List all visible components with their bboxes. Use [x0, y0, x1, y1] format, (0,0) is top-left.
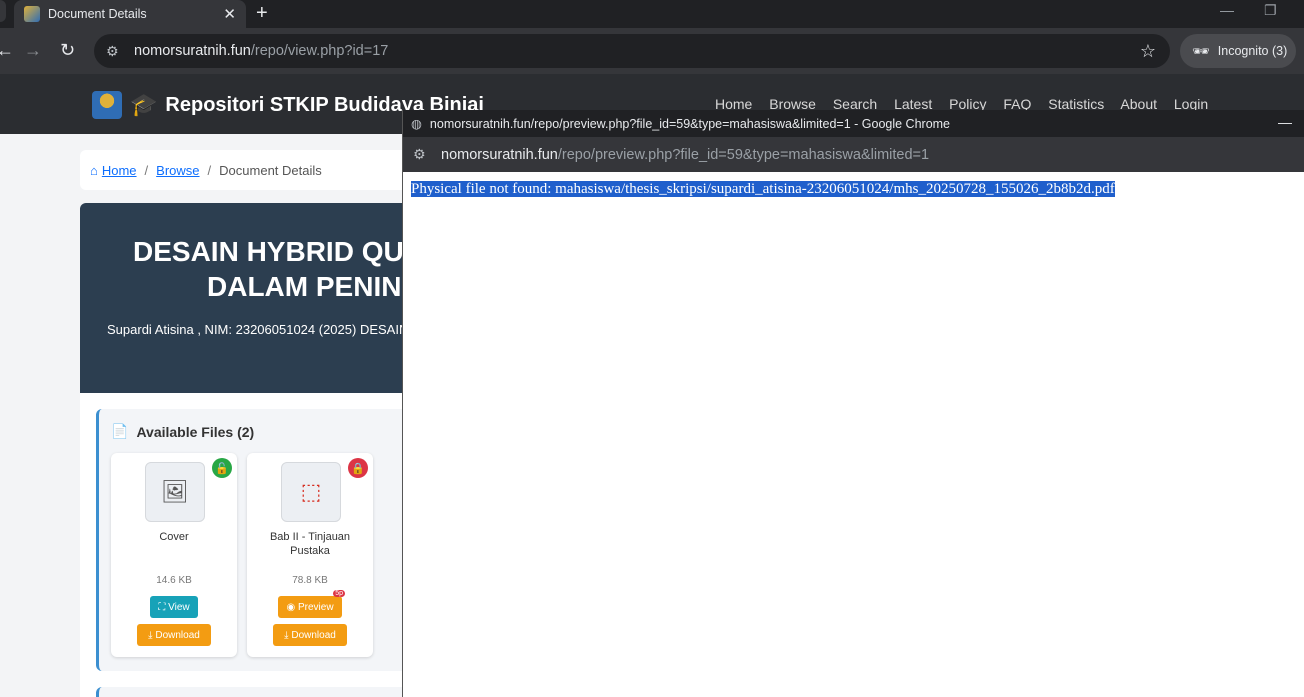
browser-toolbar: ← → ↻ ⚙ nomorsuratnih.fun/repo/view.php?… — [0, 28, 1304, 74]
document-title-line1: DESAIN HYBRID QU — [133, 236, 404, 267]
expand-icon: ⛶ — [158, 601, 169, 613]
incognito-profile-button[interactable]: 🕶 Incognito (3) — [1180, 34, 1296, 68]
breadcrumb: ⌂ Home / Browse / Document Details — [80, 150, 440, 190]
stkip-logo[interactable] — [92, 91, 122, 119]
download-button-label: Download — [155, 629, 200, 641]
previous-tab-edge[interactable] — [0, 0, 6, 22]
back-icon[interactable]: ← — [0, 40, 14, 61]
view-button-label: View — [168, 601, 190, 613]
breadcrumb-separator: / — [207, 162, 212, 178]
site-favicon-icon — [24, 6, 40, 22]
popup-title-bar: ◍ nomorsuratnih.fun/repo/preview.php?fil… — [403, 110, 1304, 137]
url-path: /repo/view.php?id=17 — [250, 43, 389, 59]
file-card-bab-ii: 🔒 ⬚ Bab II - Tinjauan Pustaka 78.8 KB ◉ … — [247, 453, 373, 657]
file-name: Bab II - Tinjauan Pustaka — [269, 531, 351, 557]
breadcrumb-separator: / — [144, 162, 149, 178]
restore-window-icon[interactable]: ❐ — [1264, 2, 1277, 19]
file-card-cover: 🔓 🖼 Cover 14.6 KB ⛶ View ⤓ Download — [111, 453, 237, 657]
popup-url-host: nomorsuratnih.fun — [441, 146, 558, 163]
address-bar[interactable]: ⚙ nomorsuratnih.fun/repo/view.php?id=17 … — [94, 34, 1170, 68]
download-button-label: Download — [291, 629, 336, 641]
popup-content: Physical file not found: mahasiswa/thesi… — [403, 172, 1304, 206]
incognito-icon: 🕶 — [1192, 42, 1210, 59]
globe-icon: ◍ — [411, 117, 422, 131]
download-button[interactable]: ⤓ Download — [137, 624, 211, 646]
unlock-icon: 🔓 — [212, 458, 232, 478]
view-button[interactable]: ⛶ View — [150, 596, 198, 618]
reload-icon[interactable]: ↻ — [60, 40, 75, 61]
graduation-cap-icon: 🎓 — [130, 92, 158, 117]
popup-window-title: nomorsuratnih.fun/repo/preview.php?file_… — [429, 116, 951, 131]
url-host: nomorsuratnih.fun — [134, 43, 251, 59]
lock-icon: 🔒 — [348, 458, 368, 478]
document-title-line2: DALAM PENIN — [207, 271, 402, 302]
breadcrumb-browse-link[interactable]: Browse — [156, 163, 199, 178]
pdf-file-icon: ⬚ — [281, 462, 341, 522]
bookmark-star-icon[interactable]: ☆ — [1140, 41, 1156, 62]
file-icon: 📄 — [111, 423, 129, 439]
close-tab-icon[interactable]: ✕ — [223, 5, 236, 23]
eye-icon: ◉ — [286, 601, 298, 613]
download-icon: ⤓ — [148, 629, 156, 641]
new-tab-icon[interactable]: + — [256, 2, 268, 25]
available-files-heading: 📄 Available Files (2) — [111, 423, 254, 440]
download-icon: ⤓ — [284, 629, 292, 641]
breadcrumb-current: Document Details — [219, 162, 322, 178]
tab-strip: Document Details ✕ + — ❐ — [0, 0, 1304, 28]
profile-label: Incognito (3) — [1217, 44, 1288, 58]
preview-button-label: Preview — [297, 601, 334, 613]
download-button[interactable]: ⤓ Download — [273, 624, 347, 646]
popup-minimize-icon[interactable]: — — [1278, 114, 1292, 130]
tab-document-details[interactable]: Document Details ✕ — [14, 0, 246, 28]
file-size: 78.8 KB — [292, 575, 328, 586]
popup-site-info-icon[interactable]: ⚙ — [413, 146, 433, 163]
image-file-icon: 🖼 — [145, 462, 205, 522]
site-info-icon[interactable]: ⚙ — [106, 43, 126, 60]
breadcrumb-home-link[interactable]: Home — [102, 163, 137, 178]
forward-icon[interactable]: → — [24, 40, 42, 61]
popup-address-bar[interactable]: ⚙ nomorsuratnih.fun/repo/preview.php?fil… — [403, 137, 1304, 172]
file-not-found-message[interactable]: Physical file not found: mahasiswa/thesi… — [411, 181, 1115, 197]
document-meta: Supardi Atisina , NIM: 23206051024 (2025… — [107, 322, 422, 337]
preview-button[interactable]: ◉ Preview 5p — [278, 590, 345, 618]
preview-popup-window: ◍ nomorsuratnih.fun/repo/preview.php?fil… — [402, 110, 1304, 697]
tab-title: Document Details — [48, 7, 147, 21]
file-size: 14.6 KB — [156, 575, 192, 586]
popup-url-path: /repo/preview.php?file_id=59&type=mahasi… — [557, 146, 930, 163]
home-icon: ⌂ — [90, 162, 98, 178]
preview-page-badge: 5p — [333, 590, 345, 597]
available-files-label: Available Files (2) — [136, 423, 255, 440]
minimize-window-icon[interactable]: — — [1220, 2, 1234, 18]
file-name: Cover — [159, 531, 189, 543]
